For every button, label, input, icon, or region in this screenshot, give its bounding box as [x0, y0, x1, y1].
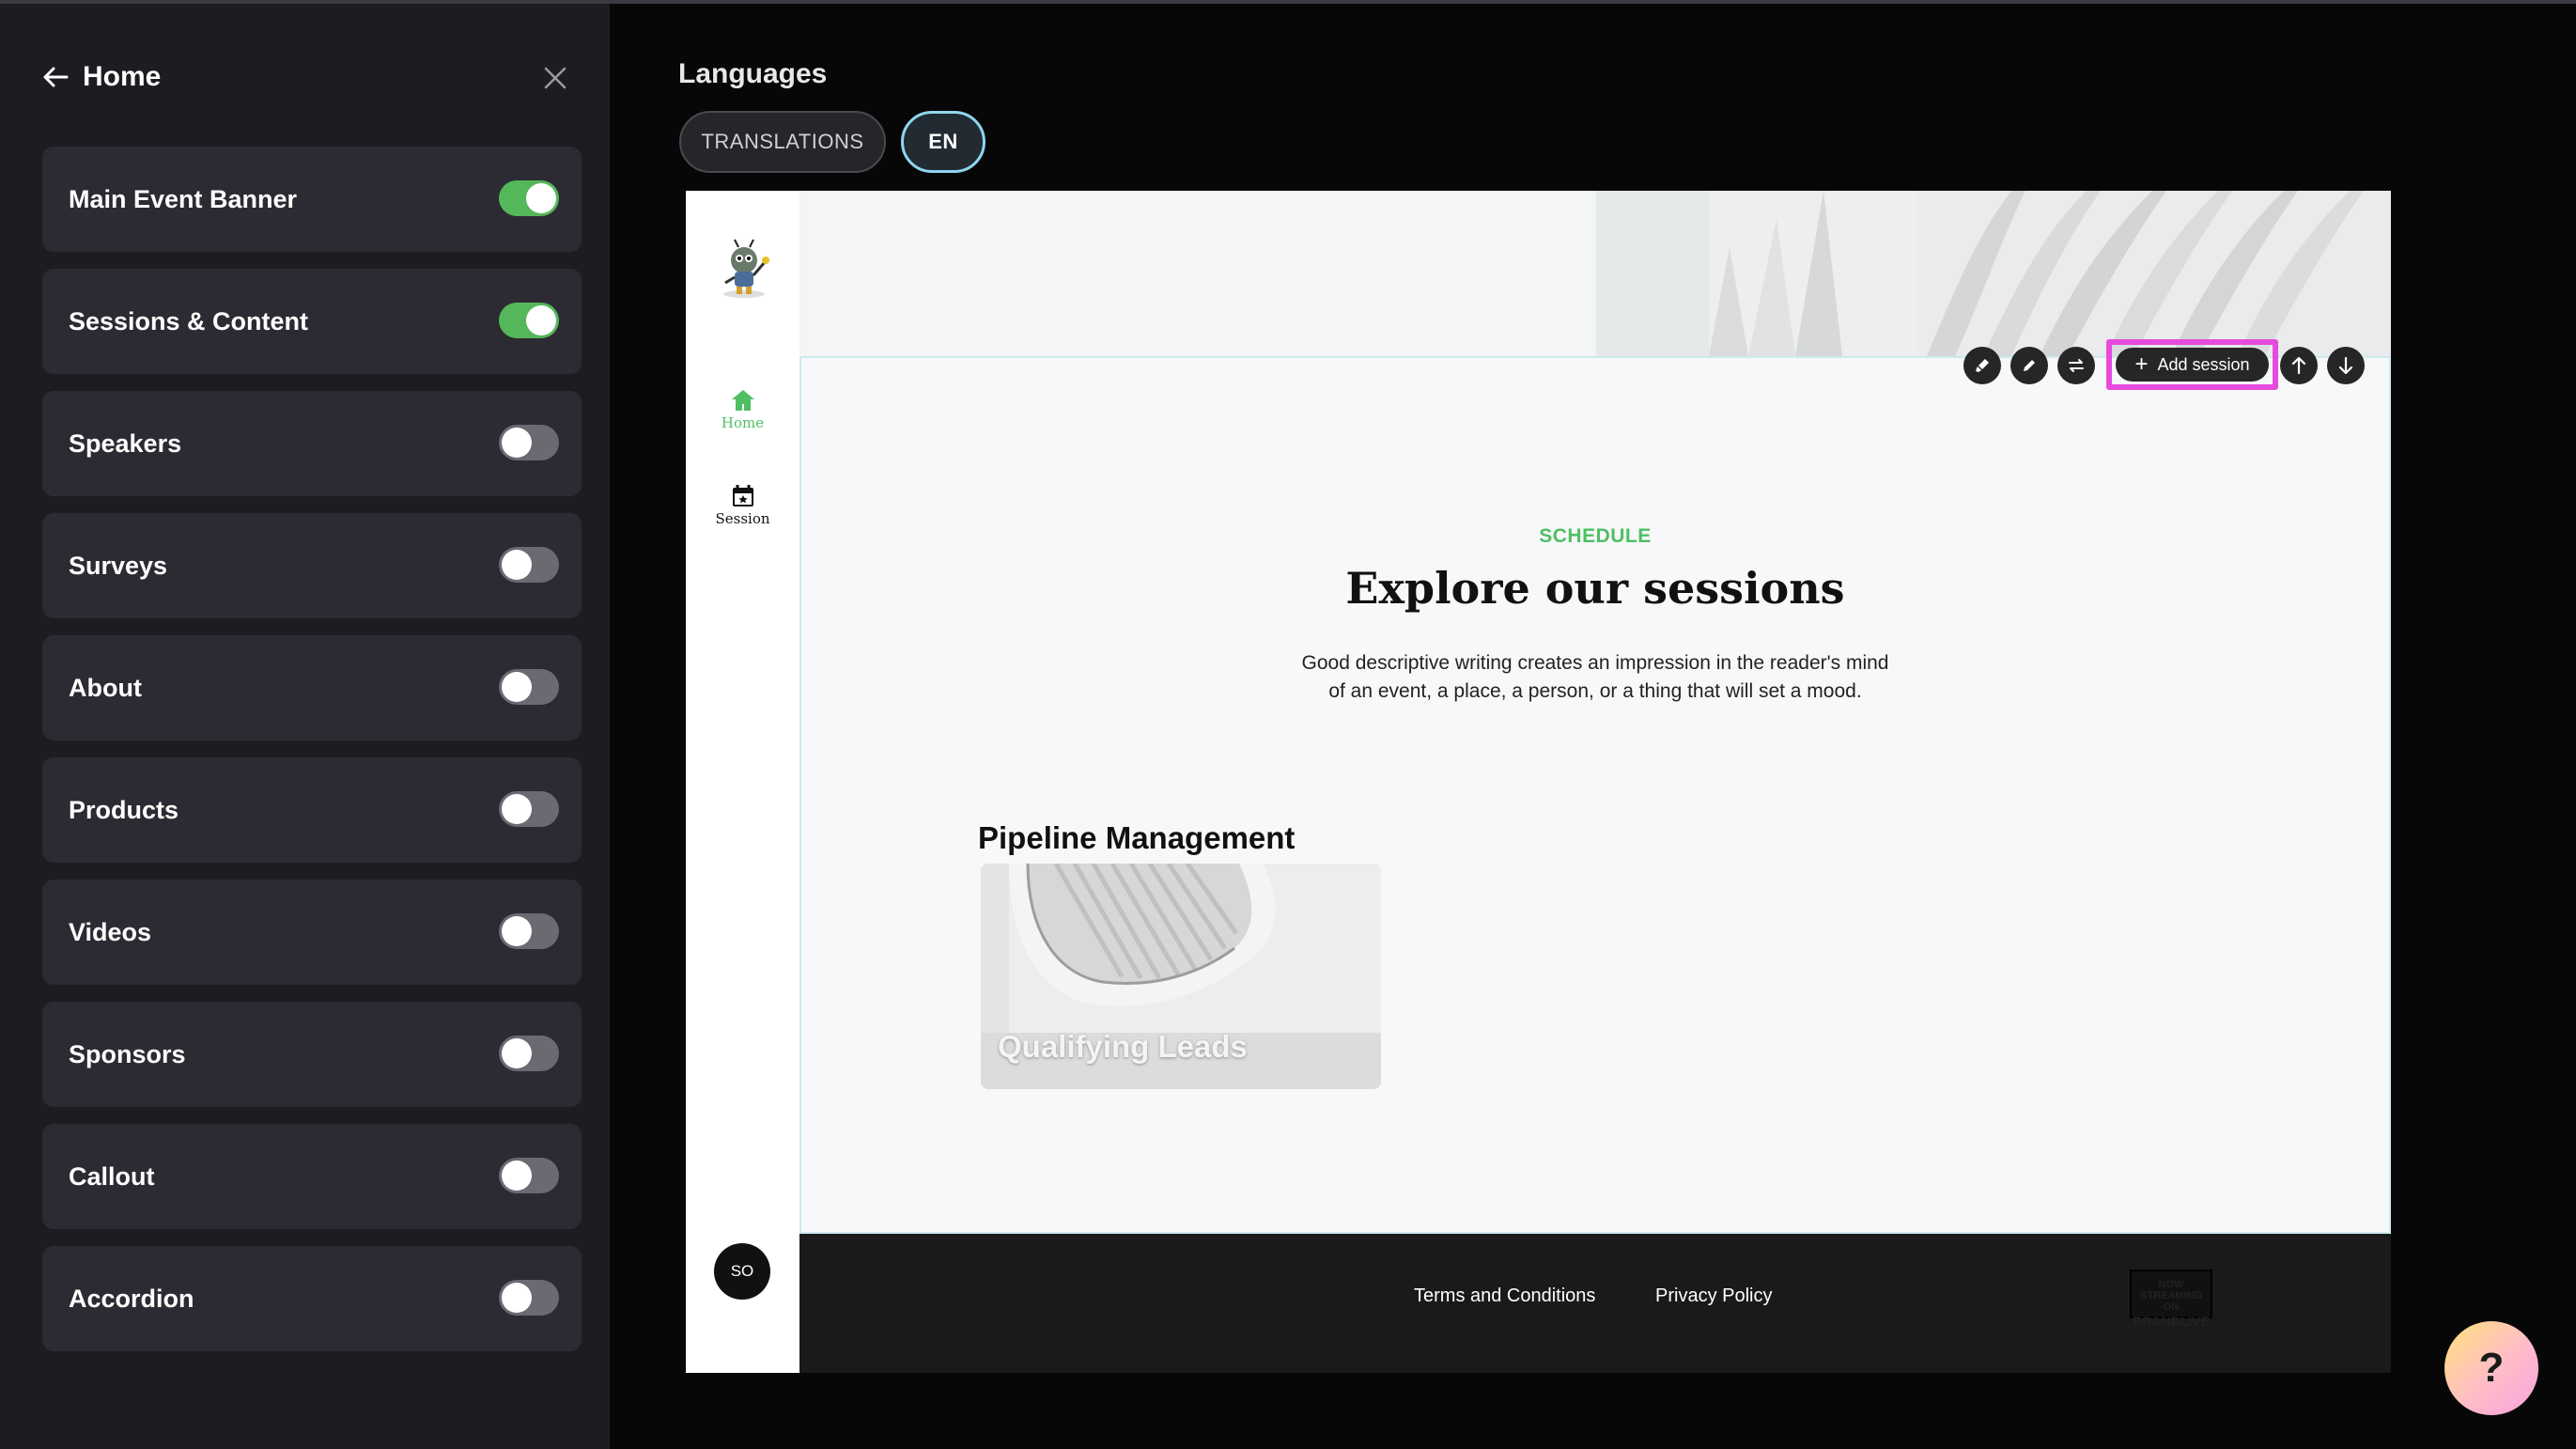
section-item-accordion[interactable]: Accordion [42, 1246, 582, 1351]
languages-title: Languages [678, 58, 828, 89]
preview-nav-home[interactable]: Home [686, 388, 799, 431]
hero-banner-image [799, 191, 2391, 356]
terms-link[interactable]: Terms and Conditions [1414, 1285, 1595, 1307]
section-label: About [69, 673, 142, 702]
section-label: Products [69, 795, 179, 824]
sidebar-title: Home [83, 61, 162, 92]
toggle-knob [526, 183, 556, 213]
section-label: Surveys [69, 551, 168, 580]
privacy-link[interactable]: Privacy Policy [1655, 1285, 1772, 1307]
preview-side-nav: Home Session SO [686, 191, 799, 1373]
section-label: Accordion [69, 1284, 194, 1313]
add-session-button[interactable]: + Add session [2116, 348, 2269, 382]
toggle-knob [502, 550, 532, 580]
section-label: Sessions & Content [69, 306, 309, 335]
edit-pencil-icon[interactable] [2010, 347, 2048, 384]
site-preview: Home Session SO + Add session SCHEDULE E… [686, 191, 2391, 1373]
section-toggle[interactable] [499, 425, 559, 460]
add-session-highlight: + Add session [2106, 339, 2278, 390]
section-item-sponsors[interactable]: Sponsors [42, 1002, 582, 1107]
section-item-main-event-banner[interactable]: Main Event Banner [42, 147, 582, 252]
section-toggle[interactable] [499, 669, 559, 705]
section-label: Videos [69, 917, 152, 946]
section-label: Main Event Banner [69, 184, 298, 213]
add-session-label: Add session [2157, 354, 2250, 374]
section-item-surveys[interactable]: Surveys [42, 513, 582, 618]
section-toggle[interactable] [499, 791, 559, 827]
section-label: Speakers [69, 428, 182, 458]
close-icon[interactable] [539, 62, 571, 94]
help-button[interactable]: ? [2444, 1321, 2538, 1415]
section-title: Explore our sessions [1345, 563, 1845, 614]
plus-icon: + [2134, 351, 2149, 377]
section-toggle[interactable] [499, 1036, 559, 1071]
move-up-arrow-icon[interactable] [2280, 347, 2318, 384]
preview-nav-label: Home [721, 414, 765, 431]
section-item-videos[interactable]: Videos [42, 880, 582, 985]
sidebar-header: Home [41, 56, 161, 98]
section-toggle[interactable] [499, 547, 559, 583]
brand-line: BRANDLIVE [2133, 1314, 2210, 1329]
section-toggle[interactable] [499, 303, 559, 338]
toggle-knob [502, 794, 532, 824]
toggle-knob [502, 1038, 532, 1068]
avatar[interactable]: SO [714, 1243, 770, 1300]
section-label: Callout [69, 1161, 155, 1191]
toggle-knob [526, 305, 556, 335]
brand-line: NOW STREAMING ON [2140, 1279, 2202, 1313]
track-title: Pipeline Management [978, 820, 1296, 855]
sidebar: Home Main Event Banner Sessions & Conten… [0, 4, 610, 1449]
toggle-knob [502, 916, 532, 946]
toggle-knob [502, 672, 532, 702]
section-eyebrow: SCHEDULE [1539, 525, 1652, 547]
section-list: Main Event Banner Sessions & Content Spe… [42, 147, 582, 1368]
toggle-knob [502, 1283, 532, 1313]
section-item-callout[interactable]: Callout [42, 1124, 582, 1229]
brand-logo: NOW STREAMING ON BRANDLIVE [2130, 1270, 2212, 1329]
move-down-arrow-icon[interactable] [2327, 347, 2365, 384]
section-toggle[interactable] [499, 1158, 559, 1193]
event-logo [714, 236, 774, 300]
tab-translations[interactable]: TRANSLATIONS [679, 111, 886, 173]
toggle-knob [502, 428, 532, 458]
section-item-sessions-content[interactable]: Sessions & Content [42, 269, 582, 374]
description-line: of an event, a place, a person, or a thi… [1328, 680, 1862, 702]
section-toggle[interactable] [499, 180, 559, 216]
preview-nav-session[interactable]: Session [686, 484, 799, 527]
section-toggle[interactable] [499, 1280, 559, 1316]
description-line: Good descriptive writing creates an impr… [1301, 652, 1889, 674]
preview-nav-label: Session [715, 510, 770, 527]
section-item-products[interactable]: Products [42, 757, 582, 863]
session-card[interactable]: Qualifying Leads [981, 864, 1381, 1089]
section-toggle[interactable] [499, 913, 559, 949]
calendar-icon [732, 485, 753, 506]
swap-arrows-icon[interactable] [2057, 347, 2095, 384]
back-arrow-icon[interactable] [41, 63, 70, 91]
section-item-about[interactable]: About [42, 635, 582, 740]
session-card-title: Qualifying Leads [998, 1029, 1248, 1064]
paint-brush-icon[interactable] [1963, 347, 2001, 384]
toggle-knob [502, 1161, 532, 1191]
sessions-section[interactable] [799, 356, 2391, 1234]
section-description: Good descriptive writing creates an impr… [799, 649, 2391, 706]
section-label: Sponsors [69, 1039, 186, 1068]
section-item-speakers[interactable]: Speakers [42, 391, 582, 496]
tab-en[interactable]: EN [901, 111, 985, 173]
home-icon [731, 390, 754, 411]
